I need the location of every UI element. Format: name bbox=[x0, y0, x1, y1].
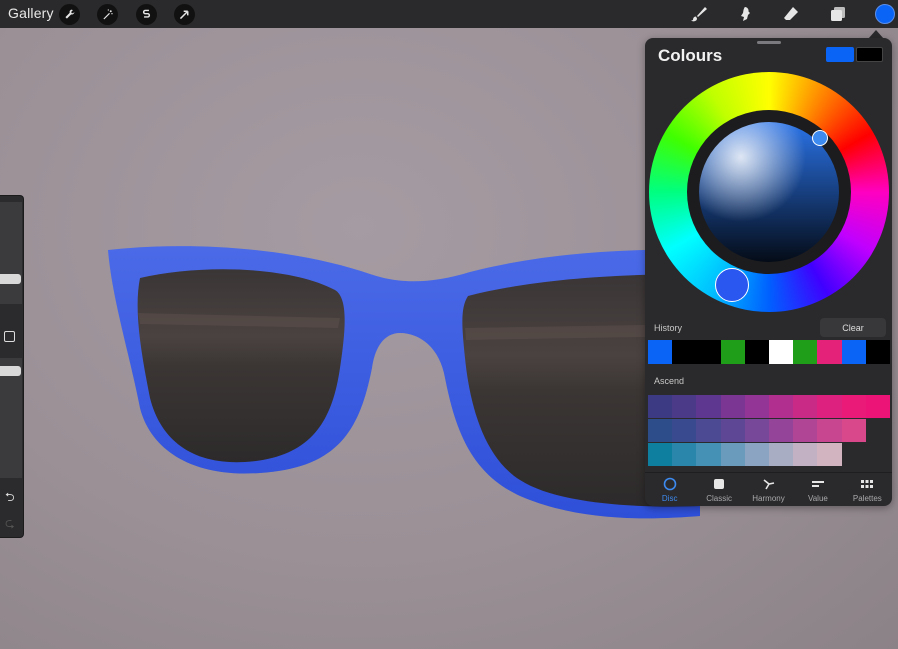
palette-swatch[interactable] bbox=[768, 395, 794, 418]
magic-wand-icon[interactable] bbox=[97, 4, 118, 25]
colour-mode-tabs: Disc Classic Harmony Value Palettes bbox=[645, 472, 892, 506]
palettes-icon bbox=[861, 479, 874, 488]
palette-row bbox=[648, 419, 890, 442]
palette-swatch[interactable] bbox=[768, 443, 794, 466]
left-sidebar: ⮌ ⮎ bbox=[0, 195, 24, 538]
palette-swatch[interactable] bbox=[817, 395, 842, 418]
gallery-button[interactable]: Gallery bbox=[8, 5, 54, 21]
redo-icon[interactable]: ⮎ bbox=[5, 514, 15, 535]
disc-icon bbox=[663, 477, 677, 490]
palette-swatch[interactable] bbox=[696, 443, 721, 466]
palette-swatch[interactable] bbox=[648, 419, 673, 442]
wrench-icon[interactable] bbox=[59, 4, 80, 25]
eraser-icon[interactable] bbox=[780, 4, 802, 24]
history-swatch[interactable] bbox=[672, 340, 697, 364]
brush-size-slider[interactable] bbox=[0, 202, 22, 304]
modify-square-icon[interactable] bbox=[4, 331, 15, 342]
saturation-disc[interactable] bbox=[699, 122, 839, 262]
panel-grabber[interactable] bbox=[757, 41, 781, 44]
layers-icon[interactable] bbox=[827, 4, 849, 24]
palette-row bbox=[648, 443, 890, 466]
palette-swatch[interactable] bbox=[720, 443, 745, 466]
panel-title: Colours bbox=[658, 46, 723, 65]
palette-swatch[interactable] bbox=[793, 395, 818, 418]
history-swatch[interactable] bbox=[648, 340, 673, 364]
active-color-button[interactable] bbox=[875, 4, 895, 24]
clear-history-button[interactable]: Clear bbox=[820, 318, 886, 337]
primary-color-swatch[interactable] bbox=[826, 47, 854, 62]
palette-swatch[interactable] bbox=[841, 419, 866, 442]
palette-swatch[interactable] bbox=[672, 443, 697, 466]
palette-swatch[interactable] bbox=[744, 419, 769, 442]
opacity-slider[interactable] bbox=[0, 358, 22, 478]
opacity-knob[interactable] bbox=[0, 366, 21, 376]
history-swatch[interactable] bbox=[769, 340, 794, 364]
tab-label: Palettes bbox=[852, 493, 882, 503]
colours-panel: Colours History Clear Ascend Disc Classi… bbox=[645, 38, 892, 506]
harmony-icon bbox=[763, 478, 774, 489]
palette-swatch[interactable] bbox=[696, 419, 721, 442]
tab-classic[interactable]: Classic bbox=[694, 473, 743, 506]
history-swatch[interactable] bbox=[720, 340, 745, 364]
classic-icon bbox=[714, 478, 725, 489]
secondary-color-swatch[interactable] bbox=[856, 47, 883, 62]
palette-swatch[interactable] bbox=[793, 419, 818, 442]
palette-swatch[interactable] bbox=[744, 443, 769, 466]
palette-swatch[interactable] bbox=[817, 443, 842, 466]
palette-swatch[interactable] bbox=[672, 395, 697, 418]
history-swatch[interactable] bbox=[793, 340, 818, 364]
brush-size-knob[interactable] bbox=[0, 274, 21, 284]
palette-row bbox=[648, 395, 890, 418]
palette-swatch[interactable] bbox=[648, 395, 673, 418]
history-swatch[interactable] bbox=[841, 340, 866, 364]
hue-handle[interactable] bbox=[715, 268, 749, 302]
undo-icon[interactable]: ⮌ bbox=[5, 488, 15, 509]
history-swatch[interactable] bbox=[744, 340, 770, 364]
history-label: History bbox=[654, 323, 683, 333]
palette-swatch[interactable] bbox=[720, 419, 745, 442]
palette-swatch[interactable] bbox=[841, 395, 866, 418]
saturation-handle[interactable] bbox=[812, 130, 828, 146]
palette-swatch[interactable] bbox=[768, 419, 794, 442]
selection-icon[interactable] bbox=[136, 4, 157, 25]
tab-label: Classic bbox=[706, 493, 732, 503]
transform-icon[interactable] bbox=[174, 4, 195, 25]
tab-label: Disc bbox=[661, 493, 678, 503]
value-icon bbox=[811, 480, 824, 487]
tab-harmony[interactable]: Harmony bbox=[744, 473, 793, 506]
palette-swatch[interactable] bbox=[865, 395, 890, 418]
palette-swatch[interactable] bbox=[744, 395, 769, 418]
palette-swatch[interactable] bbox=[793, 443, 818, 466]
smudge-icon[interactable] bbox=[734, 4, 756, 24]
history-swatch[interactable] bbox=[865, 340, 891, 364]
history-swatches bbox=[648, 340, 891, 364]
tab-value[interactable]: Value bbox=[793, 473, 842, 506]
top-toolbar: Gallery bbox=[0, 0, 898, 28]
disc-inner-ring bbox=[687, 110, 851, 274]
palette-swatch[interactable] bbox=[696, 395, 721, 418]
tab-disc[interactable]: Disc bbox=[645, 473, 694, 506]
palette-grid bbox=[648, 395, 890, 467]
palette-label: Ascend bbox=[654, 376, 685, 386]
palette-swatch[interactable] bbox=[672, 419, 697, 442]
palette-swatch[interactable] bbox=[648, 443, 673, 466]
brush-icon[interactable] bbox=[688, 4, 710, 24]
palette-swatch[interactable] bbox=[817, 419, 842, 442]
palette-swatch[interactable] bbox=[720, 395, 745, 418]
history-swatch[interactable] bbox=[817, 340, 842, 364]
tab-label: Value bbox=[807, 493, 828, 503]
hue-ring[interactable] bbox=[649, 72, 889, 312]
tab-palettes[interactable]: Palettes bbox=[843, 473, 892, 506]
history-swatch[interactable] bbox=[696, 340, 721, 364]
tab-label: Harmony bbox=[752, 493, 785, 503]
